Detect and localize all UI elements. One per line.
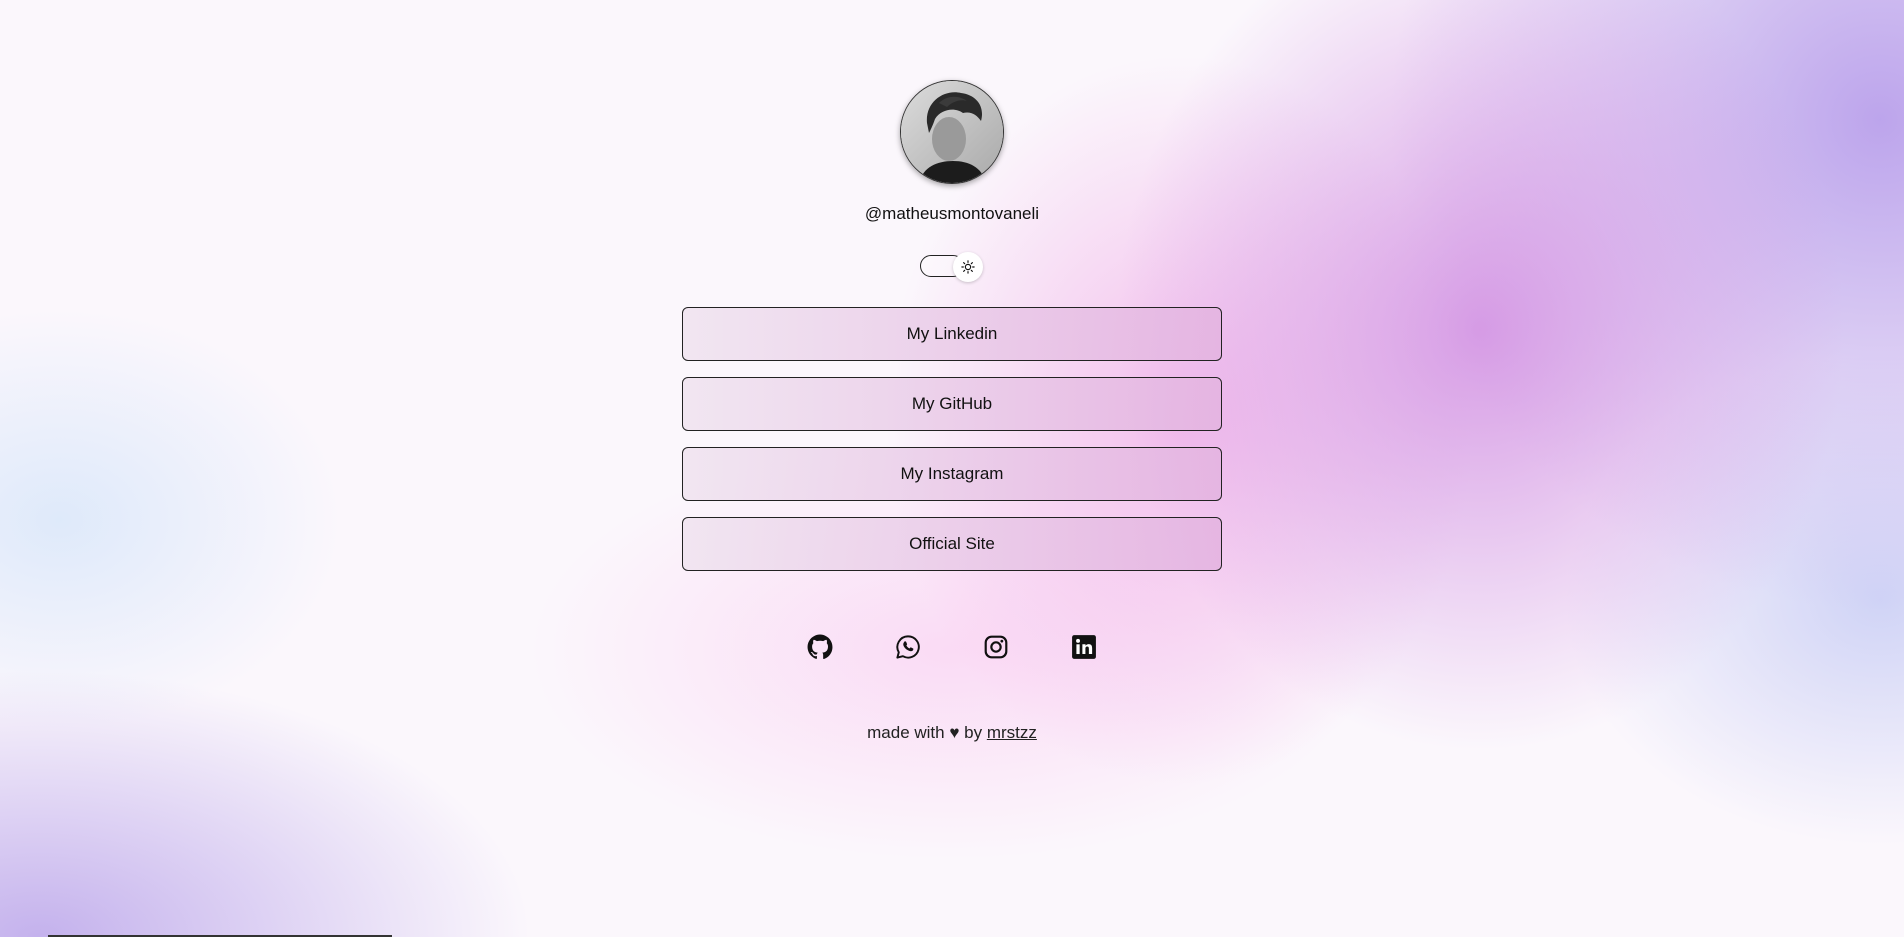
github-link-button[interactable]: My GitHub [682, 377, 1222, 431]
author-link[interactable]: mrstzz [987, 723, 1037, 742]
whatsapp-icon[interactable] [895, 634, 921, 660]
linkedin-icon[interactable] [1071, 634, 1097, 660]
sun-icon [961, 260, 975, 274]
theme-toggle-knob[interactable] [953, 252, 983, 282]
profile-avatar [900, 80, 1004, 184]
official-site-link-button[interactable]: Official Site [682, 517, 1222, 571]
profile-photo-icon [901, 81, 1003, 183]
instagram-link-button[interactable]: My Instagram [682, 447, 1222, 501]
instagram-icon[interactable] [983, 634, 1009, 660]
footer-text: made with ♥ by [867, 723, 987, 742]
footer: made with ♥ by mrstzz [752, 723, 1152, 743]
github-icon[interactable] [807, 634, 833, 660]
linkedin-link-button[interactable]: My Linkedin [682, 307, 1222, 361]
page: @matheusmontovaneli My Linkedin My GitHu… [0, 0, 1904, 937]
profile-handle: @matheusmontovaneli [864, 204, 1040, 223]
